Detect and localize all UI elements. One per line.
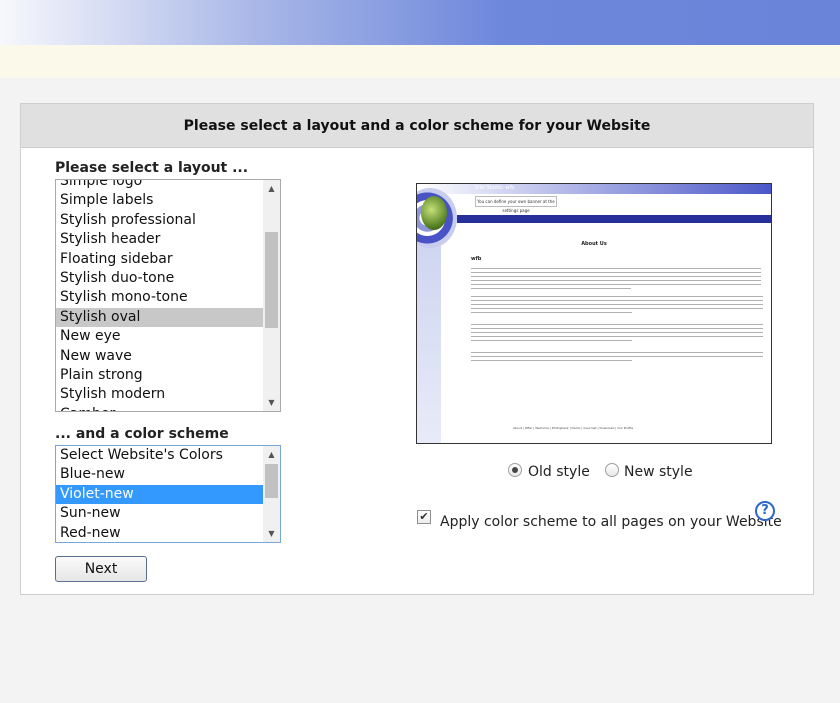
preview-nav-item: Offer: [480, 223, 492, 228]
preview-text-line: [471, 288, 631, 289]
list-item[interactable]: New eye: [56, 327, 263, 346]
apply-all-label: Apply color scheme to all pages on your …: [440, 514, 782, 530]
next-button[interactable]: Next: [55, 556, 147, 582]
list-item[interactable]: Stylish modern: [56, 385, 263, 404]
preview-text-line: [471, 308, 763, 309]
preview-text-line: [471, 336, 763, 337]
scroll-up-icon[interactable]: ▲: [263, 180, 280, 197]
preview-text-line: [471, 340, 632, 341]
preview-nav-item: Our Profile: [640, 223, 665, 228]
list-item[interactable]: Simple logo: [56, 180, 263, 191]
layout-scrollbar[interactable]: ▲ ▼: [263, 180, 280, 411]
scroll-down-icon[interactable]: ▼: [263, 394, 280, 411]
layout-settings-panel: Please select a layout and a color schem…: [20, 103, 814, 595]
scroll-up-icon[interactable]: ▲: [263, 446, 280, 463]
preview-text-line: [471, 284, 761, 285]
list-item[interactable]: Floating sidebar: [56, 250, 263, 269]
scroll-down-icon[interactable]: ▼: [263, 525, 280, 542]
top-banner: [0, 0, 840, 45]
help-icon[interactable]: ?: [755, 501, 775, 521]
list-item[interactable]: Stylish header: [56, 230, 263, 249]
list-item[interactable]: Simple labels: [56, 191, 263, 210]
preview-nav-item: Welcome: [499, 223, 521, 228]
list-item[interactable]: Red-new: [56, 524, 263, 542]
list-item[interactable]: Select Website's Colors: [56, 446, 263, 465]
layout-options: Simple logo Simple labels Stylish professi…: [56, 180, 263, 411]
color-scheme-scrollbar[interactable]: ▲ ▼: [263, 446, 280, 542]
toolbar-band: [0, 45, 840, 78]
preview-text-line: [471, 300, 763, 301]
preview-nav-item: Photoplank: [528, 223, 554, 228]
preview-footer: About | Offer | Welcome | Photoplank | D…: [513, 426, 634, 430]
list-item[interactable]: Blue-new: [56, 465, 263, 484]
color-scheme-options: Select Website's Colors Blue-new Violet-ne…: [56, 446, 263, 542]
list-item[interactable]: Stylish mono-tone: [56, 288, 263, 307]
preview-nav: Start Offer Welcome Photoplank Demo Gourmet Do…: [457, 215, 771, 228]
preview-nav-item: Start: [461, 223, 473, 228]
preview-page-title: About Us: [581, 241, 607, 247]
list-item[interactable]: New wave: [56, 347, 263, 366]
preview-text-line: [471, 356, 763, 357]
preview-nav-item: Download: [610, 223, 633, 228]
preview-nav-item: E-mail: [672, 223, 687, 228]
preview-text-line: [471, 328, 763, 329]
scroll-thumb[interactable]: [265, 232, 278, 328]
list-item[interactable]: Stylish duo-tone: [56, 269, 263, 288]
panel-title: Please select a layout and a color schem…: [21, 104, 813, 148]
preview-text-line: [471, 312, 632, 313]
old-style-radio[interactable]: [508, 463, 522, 477]
old-style-label: Old style: [528, 464, 590, 480]
list-item[interactable]: Plain strong: [56, 366, 263, 385]
preview-site-title: Site Studio: wfb: [475, 185, 515, 191]
preview-text-line: [471, 360, 632, 361]
preview-globe-icon: [421, 196, 447, 230]
preview-text-line: [471, 280, 761, 281]
preview-nav-item: Demo: [561, 223, 575, 228]
color-scheme-listbox[interactable]: Select Website's Colors Blue-new Violet-ne…: [55, 445, 281, 543]
apply-all-checkbox[interactable]: ✔: [417, 510, 431, 524]
list-item[interactable]: Stylish professional: [56, 211, 263, 230]
preview-text-line: [471, 304, 763, 305]
layout-preview: Site Studio: wfb You can define your own…: [416, 183, 772, 444]
preview-header-band: [417, 184, 771, 194]
preview-text-line: [471, 276, 761, 277]
preview-text-line: [471, 268, 761, 269]
color-scheme-label: ... and a color scheme: [55, 426, 229, 442]
list-item[interactable]: Stylish oval: [56, 307, 263, 328]
layout-label: Please select a layout ...: [55, 160, 249, 176]
new-style-label: New style: [624, 464, 693, 480]
scroll-thumb[interactable]: [265, 464, 278, 498]
preview-text-line: [471, 272, 761, 273]
preview-tagline: You can define your own banner at the se…: [475, 196, 557, 213]
list-item[interactable]: Camber: [56, 405, 263, 411]
preview-text-line: [471, 324, 763, 325]
list-item[interactable]: Violet-new: [56, 484, 263, 505]
preview-text-line: [471, 296, 763, 297]
preview-text-line: [471, 352, 763, 353]
list-item[interactable]: Sun-new: [56, 504, 263, 523]
new-style-radio[interactable]: [605, 463, 619, 477]
preview-text-line: [471, 332, 763, 333]
preview-heading: wfb: [471, 256, 482, 262]
preview-nav-item: Gourmet: [582, 223, 603, 228]
layout-listbox[interactable]: Simple logo Simple labels Stylish professi…: [55, 179, 281, 412]
